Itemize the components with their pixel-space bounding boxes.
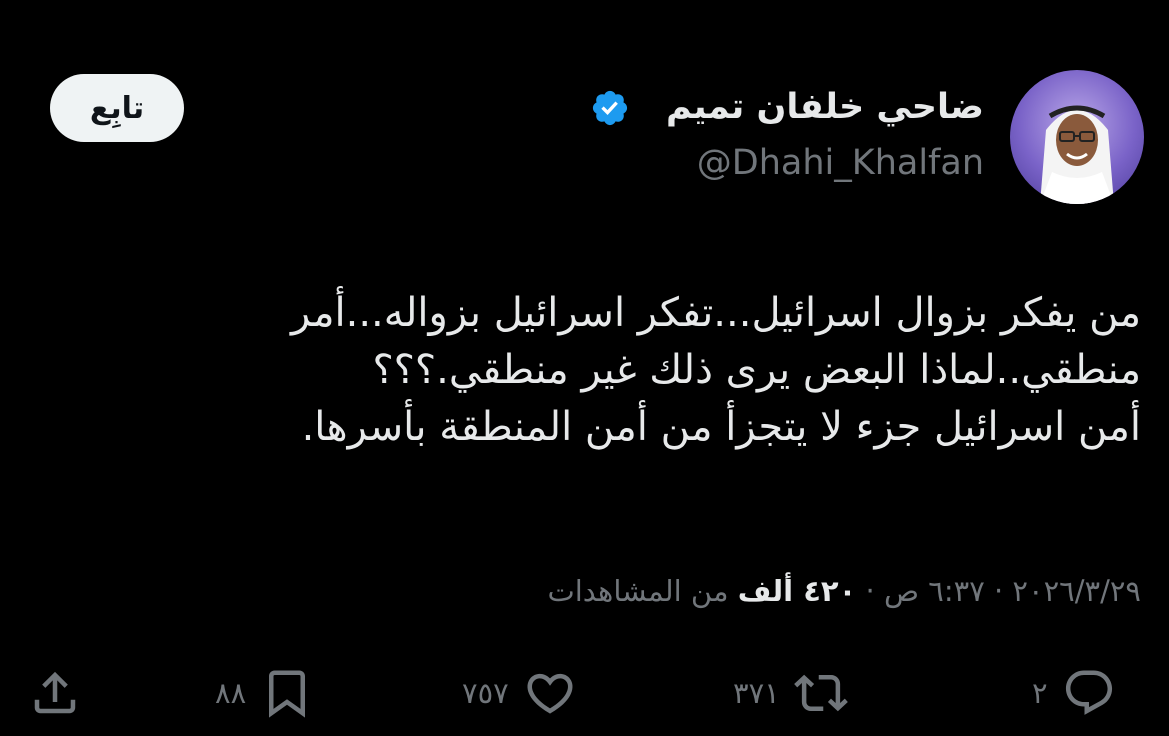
views-count: ٤٢٠ ألف	[737, 574, 857, 608]
share-icon	[34, 671, 76, 714]
heart-icon	[527, 673, 573, 714]
like-button[interactable]: ٧٥٧	[462, 665, 577, 721]
reply-count: ٢	[1032, 676, 1048, 710]
tweet-line: من يفكر بزوال اسرائيل...تفكر اسرائيل بزو…	[291, 290, 1141, 336]
views-label: من المشاهدات	[547, 574, 738, 608]
display-name[interactable]: ضاحي خلفان تميم	[666, 84, 984, 130]
share-button[interactable]	[28, 665, 82, 721]
bookmark-count: ٨٨	[215, 676, 247, 710]
user-handle[interactable]: @Dhahi_Khalfan	[697, 140, 984, 186]
tweet-line: أمن اسرائيل جزء لا يتجزأ من أمن المنطقة …	[301, 404, 1141, 450]
bookmark-icon	[269, 670, 306, 718]
like-count: ٧٥٧	[462, 676, 509, 710]
profile-photo-icon	[1040, 105, 1114, 204]
verified-badge-icon	[592, 90, 628, 126]
retweet-button[interactable]: ٣٧١	[733, 665, 848, 721]
tweet-time[interactable]: ٦:٣٧ ص	[884, 574, 985, 608]
follow-button[interactable]: تابِع	[50, 74, 184, 142]
meta-separator: ·	[984, 574, 1013, 608]
retweet-icon	[793, 674, 848, 712]
bookmark-button[interactable]: ٨٨	[215, 665, 314, 721]
retweet-count: ٣٧١	[733, 676, 780, 710]
reply-icon	[1065, 670, 1112, 715]
tweet-text: من يفكر بزوال اسرائيل...تفكر اسرائيل بزو…	[181, 285, 1141, 456]
avatar[interactable]	[1010, 70, 1144, 204]
tweet-line: منطقي..لماذا البعض يرى ذلك غير منطقي.؟؟؟	[372, 347, 1141, 393]
tweet-meta: ٢٠٢٦/٣/٢٩ · ٦:٣٧ ص · ٤٢٠ ألف من المشاهدا…	[547, 568, 1141, 614]
tweet-date[interactable]: ٢٠٢٦/٣/٢٩	[1012, 574, 1141, 608]
reply-button[interactable]: ٢	[1032, 665, 1116, 721]
meta-separator: ·	[856, 574, 884, 608]
